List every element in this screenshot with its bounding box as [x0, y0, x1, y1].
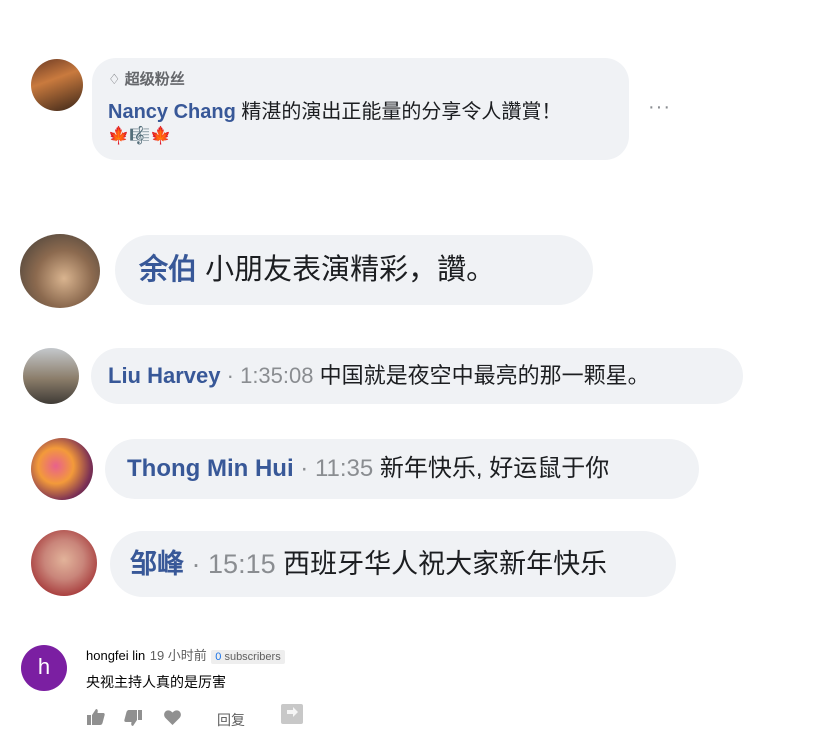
separator-dot: · — [300, 455, 309, 482]
avatar[interactable] — [20, 234, 100, 308]
avatar-letter: h — [37, 654, 51, 679]
comment-text: 新年快乐, 好运鼠于你 — [379, 455, 610, 482]
timestamp-link[interactable]: 1:35:08 — [240, 363, 313, 388]
comment-text: 精湛的演出正能量的分享令人讚賞！ — [241, 101, 562, 123]
share-icon[interactable] — [281, 704, 303, 729]
avatar[interactable]: h — [21, 645, 67, 691]
commenter-name[interactable]: hongfei lin — [86, 648, 145, 663]
avatar[interactable] — [31, 438, 93, 500]
comment-bubble: Thong Min Hui · 11:35 新年快乐, 好运鼠于你 — [105, 439, 699, 499]
comment-bubble: 余伯 小朋友表演精彩，讚。 — [115, 235, 593, 305]
more-options-icon[interactable]: ··· — [648, 96, 671, 119]
diamond-icon: ♢ — [108, 71, 121, 87]
thumbs-down-icon[interactable] — [124, 710, 142, 731]
badge-label: 超级粉丝 — [124, 71, 185, 88]
commenter-name[interactable]: Liu Harvey — [108, 363, 221, 388]
commenter-name[interactable]: Nancy Chang — [108, 101, 236, 123]
top-fan-badge: ♢ 超级粉丝 — [108, 68, 613, 89]
comment-text: 小朋友表演精彩，讚。 — [205, 254, 496, 286]
commenter-name[interactable]: 邹峰 — [130, 549, 184, 579]
comment-bubble: 邹峰 · 15:15 西班牙华人祝大家新年快乐 — [110, 531, 676, 597]
comment-bubble: ♢ 超级粉丝 Nancy Chang 精湛的演出正能量的分享令人讚賞！ 🍁🎼🍁 — [92, 58, 629, 160]
avatar[interactable] — [31, 59, 83, 111]
subscriber-label: subscribers — [221, 651, 281, 663]
separator-dot: · — [226, 363, 234, 388]
comment-header: hongfei lin 19 小时前 0 subscribers — [86, 645, 285, 665]
commenter-name[interactable]: 余伯 — [139, 254, 197, 286]
comment-bubble: Liu Harvey · 1:35:08 中国就是夜空中最亮的那一颗星。 — [91, 348, 743, 404]
subscriber-badge: 0 subscribers — [211, 650, 285, 664]
avatar[interactable] — [31, 530, 97, 596]
separator-dot: · — [191, 549, 201, 579]
commenter-name[interactable]: Thong Min Hui — [127, 455, 294, 482]
comment-text: 中国就是夜空中最亮的那一颗星。 — [319, 363, 650, 388]
thumbs-up-icon[interactable] — [87, 709, 105, 730]
reply-button[interactable]: 回复 — [217, 710, 245, 730]
comment-text: 西班牙华人祝大家新年快乐 — [283, 549, 608, 579]
emoji-line: 🍁🎼🍁 — [108, 126, 172, 145]
timestamp-link[interactable]: 15:15 — [208, 549, 276, 579]
comment-text: 央视主持人真的是厉害 — [86, 674, 226, 690]
heart-icon[interactable] — [164, 710, 181, 730]
avatar[interactable] — [23, 348, 79, 404]
timestamp-link[interactable]: 11:35 — [315, 455, 373, 482]
timestamp-link[interactable]: 19 小时前 — [150, 648, 207, 663]
